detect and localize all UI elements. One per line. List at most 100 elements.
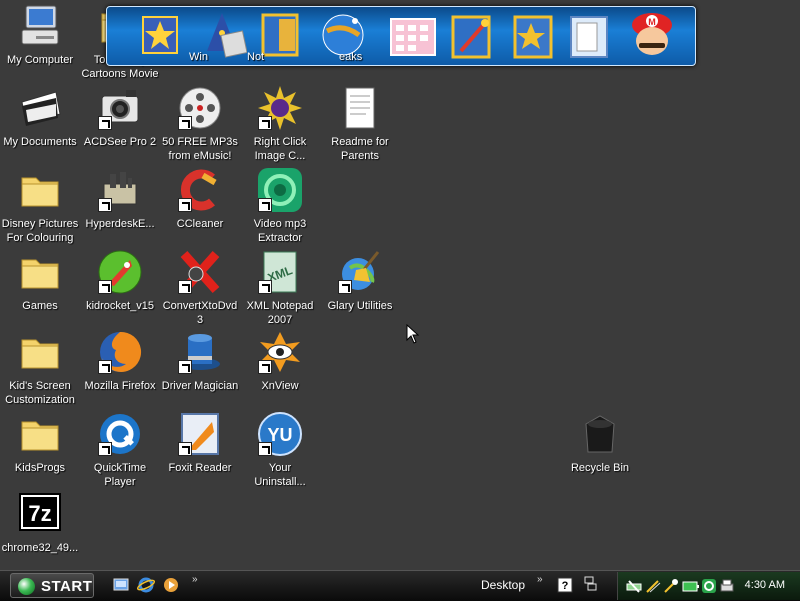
shortcut-arrow-icon	[178, 116, 192, 130]
desktop-icon-recycle-bin[interactable]: Recycle Bin	[560, 410, 640, 475]
dock-item-globe-wand[interactable]: eaks	[319, 7, 369, 65]
desktop-icon-my-documents[interactable]: My Documents	[0, 84, 80, 149]
desktop-icon-convertx[interactable]: ConvertXtoDvd 3	[160, 248, 240, 327]
film-reel-icon	[176, 84, 224, 132]
desktop-icon-kidsprogs[interactable]: KidsProgs	[0, 410, 80, 475]
printer-icon[interactable]	[719, 578, 735, 594]
dock-item-blue-folder[interactable]: Not	[247, 7, 307, 65]
folder-doc-icon	[570, 16, 608, 58]
dock-item-folder-star[interactable]	[511, 7, 561, 65]
object-dock: Win Not eaks M	[106, 6, 696, 66]
camera-icon	[96, 84, 144, 132]
desktop-icon-readme[interactable]: Readme for Parents	[320, 84, 400, 163]
desktop-icon-xnview[interactable]: XnView	[240, 328, 320, 393]
desktop-icon-disney-pictures[interactable]: Disney Pictures For Colouring	[0, 166, 80, 245]
folder-icon	[16, 328, 64, 376]
desktop-icon-acdsee[interactable]: ACDSee Pro 2	[80, 84, 160, 149]
wand-icon[interactable]	[645, 578, 661, 594]
desktop-icon-label: Readme for Parents	[331, 136, 389, 162]
dock-item-star-wand[interactable]	[137, 7, 187, 65]
mario-icon: M	[632, 13, 672, 55]
shortcut-arrow-icon	[98, 198, 112, 212]
desktop-icon-video-mp3[interactable]: Video mp3 Extractor	[240, 166, 320, 245]
dock-item-folder-wand[interactable]	[449, 7, 499, 65]
svg-text:?: ?	[562, 580, 569, 592]
dock-item-mario[interactable]: M	[627, 7, 677, 65]
foxit-icon	[176, 410, 224, 458]
shortcut-arrow-icon	[178, 280, 192, 294]
shortcut-arrow-icon	[98, 442, 112, 456]
uninstaller-icon: YU	[256, 410, 304, 458]
quicktime-icon	[96, 410, 144, 458]
desktop-icon-quicktime[interactable]: QuickTime Player	[80, 410, 160, 489]
desktop-icon-chrome32-archive[interactable]: 7z chrome32_49...	[0, 490, 80, 555]
network-icon[interactable]	[626, 578, 642, 594]
desktop-icon-label: kidrocket_v15	[86, 300, 154, 312]
7zip-icon: 7z	[16, 490, 64, 538]
broom-globe-icon	[336, 248, 384, 296]
desktop-icon-label: Glary Utilities	[327, 300, 393, 312]
shortcut-arrow-icon	[98, 116, 112, 130]
desktop-icon-label: Right Click Image C...	[253, 136, 307, 162]
desktop-icon-games[interactable]: Games	[0, 248, 80, 313]
desktop-icon-foxit[interactable]: Foxit Reader	[160, 410, 240, 475]
desktop-icon-driver-magician[interactable]: Driver Magician	[160, 328, 240, 393]
internet-explorer-icon[interactable]	[137, 576, 155, 594]
shortcut-arrow-icon	[258, 360, 272, 374]
media-player-icon[interactable]	[162, 576, 180, 594]
desktop-icon-right-click-image[interactable]: Right Click Image C...	[240, 84, 320, 163]
start-button[interactable]: START	[10, 573, 94, 598]
dock-item-wizard-hat[interactable]: Win	[189, 7, 248, 65]
svg-text:M: M	[648, 17, 656, 27]
blue-folder-icon	[261, 13, 299, 57]
text-document-icon	[336, 84, 384, 132]
desktop-icon-label: Kid's Screen Customization	[5, 380, 75, 406]
dock-label: Win	[189, 51, 208, 63]
my-computer-icon	[16, 2, 64, 50]
shortcut-arrow-icon	[258, 280, 272, 294]
desktop-icon-emusic[interactable]: 50 FREE MP3s from eMusic!	[160, 84, 240, 163]
dock-item-folder-doc[interactable]	[565, 7, 615, 65]
calendar-icon	[390, 18, 436, 56]
help-icon[interactable]: ?	[557, 577, 575, 595]
desktop-icon-ccleaner[interactable]: CCleaner	[160, 166, 240, 231]
desktop-toolbar-chevron[interactable]: »	[537, 574, 543, 585]
folder-icon	[16, 410, 64, 458]
shortcut-arrow-icon	[258, 116, 272, 130]
desktop-icon-label: ACDSee Pro 2	[83, 136, 157, 148]
restore-icon[interactable]	[582, 575, 600, 593]
desktop-icon-label: Your Uninstall...	[254, 462, 306, 488]
shortcut-arrow-icon	[178, 442, 192, 456]
xml-icon: XML	[256, 248, 304, 296]
shortcut-arrow-icon	[178, 360, 192, 374]
sunburst-icon	[256, 84, 304, 132]
taskbar: START » Desktop » ? 4:30 AM	[0, 570, 800, 601]
dock-item-calendar[interactable]	[387, 7, 437, 65]
system-clock[interactable]: 4:30 AM	[745, 579, 785, 591]
show-desktop-icon[interactable]	[112, 576, 130, 594]
desktop-icon-kids-screen-customization[interactable]: Kid's Screen Customization	[0, 328, 80, 407]
desktop-icon-label: Foxit Reader	[168, 462, 232, 474]
desktop-icon-label: 50 FREE MP3s from eMusic!	[162, 136, 238, 162]
desktop-icon-your-uninstaller[interactable]: YU Your Uninstall...	[240, 410, 320, 489]
xnview-icon	[256, 328, 304, 376]
desktop-icon-hyperdesk[interactable]: HyperdeskE...	[80, 166, 160, 231]
refresh-icon[interactable]	[701, 578, 717, 594]
folder-star-icon	[513, 15, 553, 59]
battery-icon[interactable]	[682, 578, 700, 594]
shortcut-arrow-icon	[338, 280, 352, 294]
desktop-icon-xml-notepad[interactable]: XML XML Notepad 2007	[240, 248, 320, 327]
sparkle-icon[interactable]	[663, 578, 679, 594]
shortcut-arrow-icon	[98, 360, 112, 374]
desktop-icon-kidrocket[interactable]: kidrocket_v15	[80, 248, 160, 313]
star-wand-icon	[142, 16, 178, 54]
start-label: START	[41, 578, 93, 595]
desktop-toolbar-label[interactable]: Desktop	[481, 578, 525, 592]
quicklaunch-overflow-chevron[interactable]: »	[192, 574, 198, 585]
desktop-icon-glary-utilities[interactable]: Glary Utilities	[320, 248, 400, 313]
shortcut-arrow-icon	[98, 280, 112, 294]
desktop-icon-label: XML Notepad 2007	[246, 300, 314, 326]
desktop-icon-my-computer[interactable]: My Computer	[0, 2, 80, 67]
firefox-icon	[96, 328, 144, 376]
desktop-icon-firefox[interactable]: Mozilla Firefox	[80, 328, 160, 393]
